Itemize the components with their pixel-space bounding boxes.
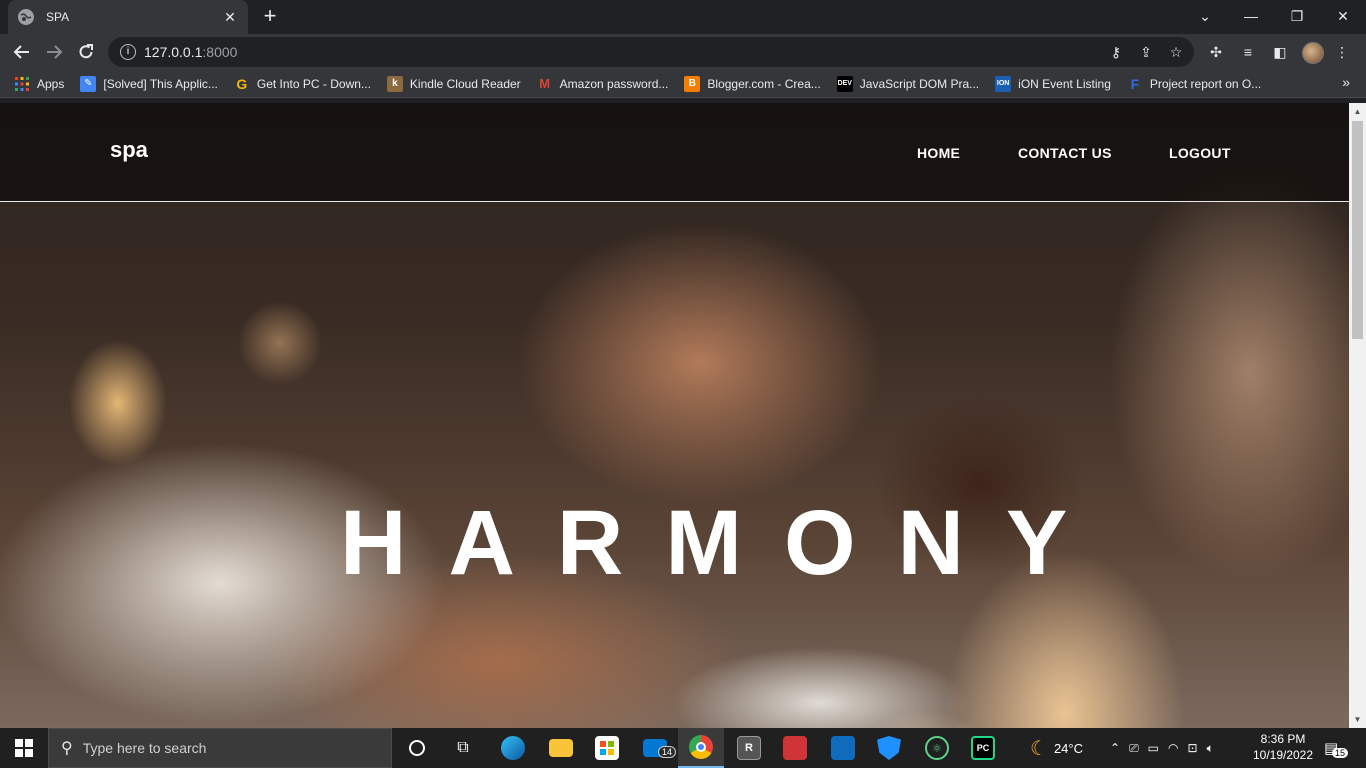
- new-tab-button[interactable]: +: [258, 5, 282, 29]
- atom-icon[interactable]: ⚛: [914, 728, 960, 768]
- moon-icon: ☾: [1030, 737, 1048, 760]
- bookmark-label: [Solved] This Applic...: [103, 76, 218, 91]
- chrome-icon[interactable]: [678, 728, 724, 768]
- cortana-icon[interactable]: [394, 728, 440, 768]
- mail-badge: 14: [658, 746, 677, 758]
- bookmark-label: Blogger.com - Crea...: [707, 76, 821, 91]
- side-panel-icon[interactable]: ◧: [1268, 40, 1292, 64]
- battery-icon[interactable]: ▭: [1148, 741, 1159, 755]
- system-tray: ⌃ ⎚ ▭ ◠ ⊡ 🔈︎: [1110, 728, 1214, 768]
- bookmark-label: Project report on O...: [1149, 76, 1262, 91]
- solved-icon: ✎: [80, 75, 97, 92]
- url-text: 127.0.0.1:8000: [144, 44, 238, 60]
- app-r-icon[interactable]: R: [726, 728, 772, 768]
- globe-icon: [18, 9, 34, 25]
- windows-start-icon[interactable]: [0, 728, 48, 768]
- page-scrollbar[interactable]: ▲ ▼: [1349, 103, 1366, 728]
- tab-search-button[interactable]: ⌄: [1182, 0, 1228, 32]
- hero-heading: HARMONY: [340, 492, 1110, 594]
- bookmark-label: JavaScript DOM Pra...: [859, 76, 980, 91]
- dev-icon: DEV: [836, 75, 853, 92]
- task-view-icon[interactable]: ⧉: [440, 728, 486, 768]
- mail-icon[interactable]: 14: [632, 728, 678, 768]
- bookmark-item[interactable]: G Get Into PC - Down...: [234, 76, 371, 92]
- volume-icon[interactable]: 🔈︎: [1207, 741, 1214, 756]
- minimize-button[interactable]: —: [1228, 0, 1274, 32]
- restore-button[interactable]: ❐: [1274, 0, 1320, 32]
- g-icon: G: [236, 75, 248, 92]
- bookmark-item[interactable]: DEV JavaScript DOM Pra...: [836, 75, 980, 92]
- reload-icon[interactable]: [72, 38, 100, 66]
- bookmark-label: Get Into PC - Down...: [256, 76, 371, 91]
- bookmark-item[interactable]: ION iON Event Listing: [995, 75, 1111, 92]
- clock-time: 8:36 PM: [1260, 732, 1306, 746]
- taskbar-search-box[interactable]: ⚲ Type here to search: [48, 728, 392, 768]
- bookmark-item[interactable]: k Kindle Cloud Reader: [386, 75, 521, 92]
- blogger-icon: B: [684, 75, 701, 92]
- notification-badge: 15: [1332, 748, 1349, 758]
- nav-home-link[interactable]: HOME: [917, 145, 960, 161]
- tab-title: SPA: [46, 10, 70, 24]
- news-icon[interactable]: [772, 728, 818, 768]
- notification-center-icon[interactable]: ▤ 15: [1324, 728, 1349, 768]
- bookmarks-overflow-icon[interactable]: »: [1342, 74, 1350, 90]
- tab-strip: SPA ✕ + ⌄ — ❐ ✕: [0, 0, 1366, 34]
- site-brand[interactable]: spa: [110, 137, 148, 163]
- bookmark-item[interactable]: F Project report on O...: [1127, 75, 1262, 92]
- star-icon[interactable]: ☆: [1166, 42, 1186, 62]
- search-icon: ⚲: [61, 740, 73, 757]
- menu-dots-icon[interactable]: ⋮: [1330, 40, 1354, 64]
- address-bar[interactable]: i 127.0.0.1:8000 ⚷ ⇪ ☆: [108, 37, 1194, 67]
- bookmarks-bar: Apps ✎ [Solved] This Applic... G Get Int…: [0, 70, 1366, 98]
- scroll-up-arrow-icon[interactable]: ▲: [1349, 103, 1366, 120]
- nav-logout-link[interactable]: LOGOUT: [1169, 145, 1231, 161]
- weather-widget[interactable]: ☾ 24°C: [1030, 728, 1083, 768]
- bookmark-item[interactable]: M Amazon password...: [537, 76, 669, 92]
- defender-shield-icon[interactable]: [866, 728, 912, 768]
- store-icon[interactable]: [584, 728, 630, 768]
- profile-avatar[interactable]: [1302, 42, 1324, 64]
- key-icon[interactable]: ⚷: [1106, 42, 1126, 62]
- back-arrow-icon[interactable]: [8, 38, 36, 66]
- scroll-down-arrow-icon[interactable]: ▼: [1349, 711, 1366, 728]
- weather-temp: 24°C: [1053, 740, 1083, 756]
- search-placeholder: Type here to search: [82, 740, 207, 756]
- close-tab-icon[interactable]: ✕: [222, 9, 238, 25]
- clock-date: 10/19/2022: [1252, 748, 1314, 762]
- bookmark-item[interactable]: B Blogger.com - Crea...: [684, 75, 821, 92]
- meet-now-icon[interactable]: ⎚: [1129, 741, 1139, 756]
- site-info-icon[interactable]: i: [120, 44, 136, 60]
- project-icon: F: [1130, 75, 1140, 92]
- site-navbar: spa HOME CONTACT US LOGOUT: [0, 103, 1349, 202]
- ion-icon: ION: [995, 75, 1012, 92]
- blue-app-icon[interactable]: [820, 728, 866, 768]
- wifi-icon[interactable]: ◠: [1168, 741, 1178, 755]
- page-viewport: spa HOME CONTACT US LOGOUT HARMONY: [0, 103, 1349, 728]
- tray-chevron-up-icon[interactable]: ⌃: [1110, 741, 1120, 755]
- windows-taskbar: ⚲ Type here to search ⧉ 14 R ⚛ PC ☾ 24°C…: [0, 728, 1366, 768]
- pycharm-icon[interactable]: PC: [960, 728, 1006, 768]
- bookmark-item[interactable]: Apps: [14, 76, 64, 92]
- forward-arrow-icon[interactable]: [40, 38, 68, 66]
- extensions-icon[interactable]: ✣: [1204, 40, 1228, 64]
- close-window-button[interactable]: ✕: [1320, 0, 1366, 32]
- network-icon[interactable]: ⊡: [1188, 741, 1198, 755]
- apps-grid-icon: [14, 76, 30, 92]
- nav-contact-link[interactable]: CONTACT US: [1018, 145, 1112, 161]
- browser-toolbar: i 127.0.0.1:8000 ⚷ ⇪ ☆ ✣ ≡ ◧ ⋮: [0, 34, 1366, 70]
- bookmark-label: Amazon password...: [559, 76, 669, 91]
- edge-icon[interactable]: [490, 728, 536, 768]
- bookmark-label: iON Event Listing: [1018, 76, 1111, 91]
- gmail-icon: M: [539, 76, 551, 91]
- bookmark-label: Kindle Cloud Reader: [409, 76, 521, 91]
- scroll-thumb[interactable]: [1352, 121, 1363, 339]
- kindle-icon: k: [386, 75, 403, 92]
- taskbar-clock[interactable]: 8:36 PM 10/19/2022: [1252, 731, 1314, 763]
- browser-tab[interactable]: SPA ✕: [8, 0, 248, 34]
- media-queue-icon[interactable]: ≡: [1236, 40, 1260, 64]
- file-explorer-icon[interactable]: [538, 728, 584, 768]
- bookmark-item[interactable]: ✎ [Solved] This Applic...: [80, 75, 218, 92]
- bookmark-label: Apps: [37, 76, 65, 91]
- share-icon[interactable]: ⇪: [1136, 42, 1156, 62]
